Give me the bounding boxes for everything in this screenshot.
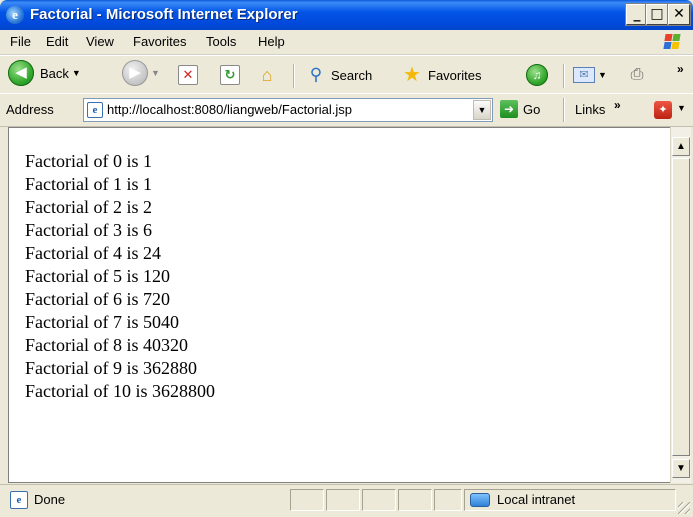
- chevron-down-icon: ▼: [71, 68, 81, 78]
- page-done-icon: e: [10, 491, 28, 509]
- status-cell: [326, 489, 360, 511]
- media-icon: ♫: [526, 64, 548, 86]
- back-button[interactable]: ◀ Back ▼: [8, 60, 81, 86]
- standard-toolbar: ◀ Back ▼ ▶ ▼ ✕ ↻ ⌂ ⚲ Search ★ Favorites …: [0, 55, 693, 94]
- scroll-down-button[interactable]: ▼: [672, 459, 690, 478]
- menu-edit[interactable]: Edit: [46, 34, 68, 49]
- status-cell: [434, 489, 462, 511]
- chevron-down-icon: ▼: [598, 70, 607, 80]
- menu-tools[interactable]: Tools: [206, 34, 236, 49]
- addon-icon[interactable]: ✦: [654, 101, 672, 119]
- toolbar-separator: [293, 64, 295, 88]
- stop-icon: ✕: [178, 65, 198, 85]
- search-icon: ⚲: [309, 65, 323, 84]
- toolbar-separator: [563, 64, 565, 88]
- back-label: Back: [40, 65, 69, 81]
- search-button[interactable]: ⚲ Search: [305, 63, 372, 87]
- title-bar[interactable]: e Factorial - Microsoft Internet Explore…: [0, 0, 693, 30]
- go-button[interactable]: ➜ Go: [500, 100, 540, 118]
- ie-icon: e: [6, 6, 24, 24]
- scroll-up-button[interactable]: ▲: [672, 137, 690, 156]
- factorial-line: Factorial of 9 is 362880: [25, 358, 197, 378]
- address-bar: Address e http://localhost:8080/liangweb…: [0, 93, 693, 127]
- print-button[interactable]: ⎙: [626, 63, 648, 87]
- go-arrow-icon: ➜: [500, 100, 518, 118]
- menu-view[interactable]: View: [86, 34, 114, 49]
- toolbar-overflow-chevron[interactable]: »: [677, 62, 684, 76]
- chevron-down-icon: ▼: [151, 68, 160, 78]
- status-cell: [398, 489, 432, 511]
- resize-grip[interactable]: [678, 502, 690, 514]
- go-label: Go: [523, 101, 541, 117]
- factorial-line: Factorial of 7 is 5040: [25, 312, 179, 332]
- refresh-icon: ↻: [220, 65, 240, 85]
- favorites-label: Favorites: [428, 67, 482, 83]
- chevron-down-icon[interactable]: ▼: [677, 103, 686, 113]
- forward-button[interactable]: ▶ ▼: [122, 60, 160, 86]
- stop-button[interactable]: ✕: [178, 63, 198, 87]
- menu-bar: File Edit View Favorites Tools Help: [0, 30, 693, 55]
- status-cell: [362, 489, 396, 511]
- address-url[interactable]: http://localhost:8080/liangweb/Factorial…: [107, 102, 352, 117]
- menu-favorites[interactable]: Favorites: [133, 34, 186, 49]
- refresh-button[interactable]: ↻: [220, 63, 240, 87]
- factorial-line: Factorial of 6 is 720: [25, 289, 170, 309]
- mail-button[interactable]: ✉ ▼: [573, 63, 607, 87]
- factorial-line: Factorial of 5 is 120: [25, 266, 170, 286]
- page-icon: e: [87, 102, 103, 118]
- home-icon: ⌂: [261, 65, 273, 85]
- factorial-line: Factorial of 10 is 3628800: [25, 381, 215, 401]
- intranet-icon: [470, 493, 490, 507]
- page-content: Factorial of 0 is 1 Factorial of 1 is 1 …: [8, 127, 670, 483]
- vertical-scrollbar[interactable]: ▲ ▼: [670, 127, 691, 483]
- factorial-line: Factorial of 2 is 2: [25, 197, 152, 217]
- factorial-line: Factorial of 4 is 24: [25, 243, 161, 263]
- home-button[interactable]: ⌂: [256, 63, 278, 87]
- links-overflow-chevron[interactable]: »: [614, 98, 621, 112]
- browser-window: e Factorial - Microsoft Internet Explore…: [0, 0, 693, 517]
- maximize-button[interactable]: □: [645, 3, 669, 26]
- forward-arrow-icon: ▶: [122, 60, 148, 86]
- back-arrow-icon: ◀: [8, 60, 34, 86]
- media-button[interactable]: ♫: [526, 63, 548, 87]
- status-bar: e Done Local intranet: [0, 484, 693, 517]
- print-icon: ⎙: [630, 66, 644, 83]
- menu-help[interactable]: Help: [258, 34, 285, 49]
- address-dropdown-button[interactable]: ▼: [473, 100, 491, 120]
- scroll-thumb[interactable]: [672, 158, 690, 456]
- links-button[interactable]: Links: [575, 102, 605, 117]
- factorial-line: Factorial of 1 is 1: [25, 174, 152, 194]
- factorial-line: Factorial of 3 is 6: [25, 220, 152, 240]
- zone-text: Local intranet: [497, 492, 576, 507]
- close-button[interactable]: ✕: [667, 3, 691, 26]
- search-label: Search: [331, 67, 373, 83]
- address-input[interactable]: e http://localhost:8080/liangweb/Factori…: [83, 98, 493, 122]
- factorial-line: Factorial of 8 is 40320: [25, 335, 188, 355]
- star-icon: ★: [403, 64, 421, 86]
- factorial-list: Factorial of 0 is 1 Factorial of 1 is 1 …: [25, 150, 215, 403]
- address-separator: [563, 98, 565, 122]
- mail-icon: ✉: [573, 67, 595, 83]
- minimize-button[interactable]: _: [625, 3, 649, 26]
- status-cell: [290, 489, 324, 511]
- windows-logo-icon: [656, 31, 688, 53]
- menu-file[interactable]: File: [10, 34, 31, 49]
- factorial-line: Factorial of 0 is 1: [25, 151, 152, 171]
- address-label: Address: [6, 102, 54, 117]
- window-title: Factorial - Microsoft Internet Explorer: [30, 6, 298, 23]
- favorites-button[interactable]: ★ Favorites: [400, 63, 481, 87]
- status-text: Done: [34, 492, 66, 507]
